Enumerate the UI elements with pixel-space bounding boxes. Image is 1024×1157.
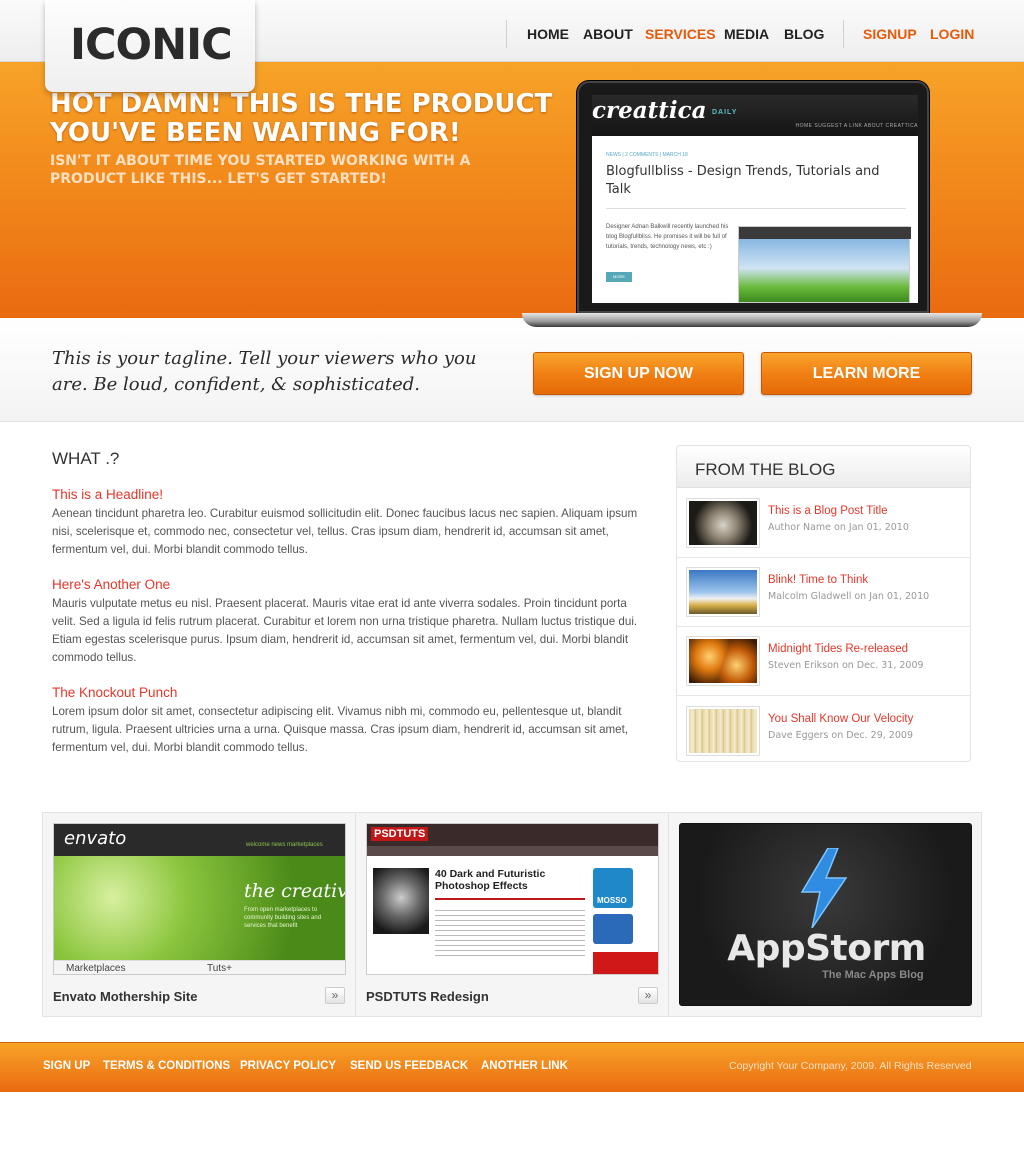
blog-panel-header: FROM THE BLOG xyxy=(677,446,970,488)
screen-logo: creattica xyxy=(592,97,707,124)
blog-post-title[interactable]: You Shall Know Our Velocity xyxy=(768,713,913,725)
portfolio-item[interactable]: PSDTUTS 40 Dark and Futuristic Photoshop… xyxy=(356,813,669,1016)
screen-divider xyxy=(606,208,906,209)
blog-post-meta: Malcolm Gladwell on Jan 01, 2010 xyxy=(768,591,930,602)
screen-post-meta: NEWS | 2 COMMENTS | MARCH 18 xyxy=(606,152,688,158)
laptop-base xyxy=(522,313,982,327)
article-headline[interactable]: Here's Another One xyxy=(52,577,170,592)
psdtuts-logo: PSDTUTS xyxy=(371,827,429,841)
nav-login[interactable]: LOGIN xyxy=(930,26,974,42)
nav-divider xyxy=(843,20,844,48)
article-body: Aenean tincidunt pharetra leo. Curabitur… xyxy=(52,507,638,556)
blog-thumbnail[interactable] xyxy=(686,567,760,617)
blog-panel-title: FROM THE BLOG xyxy=(695,460,836,479)
article-headline[interactable]: This is a Headline! xyxy=(52,487,163,502)
chevron-right-icon[interactable]: » xyxy=(638,987,658,1004)
screen-header: creattica DAILY HOME SUGGEST A LINK ABOU… xyxy=(592,95,918,136)
nav-about[interactable]: ABOUT xyxy=(583,26,633,42)
blog-post-title[interactable]: Midnight Tides Re-released xyxy=(768,643,908,655)
laptop-mockup: creattica DAILY HOME SUGGEST A LINK ABOU… xyxy=(577,81,929,313)
footer-link-privacy[interactable]: PRIVACY POLICY xyxy=(240,1060,336,1072)
blog-post-meta: Steven Erikson on Dec. 31, 2009 xyxy=(768,660,924,671)
blog-post-title[interactable]: Blink! Time to Think xyxy=(768,574,868,586)
nav-home[interactable]: HOME xyxy=(527,26,569,42)
article-headline[interactable]: The Knockout Punch xyxy=(52,685,177,700)
blog-thumbnail[interactable] xyxy=(686,636,760,686)
envato-blurb: From open marketplaces to community buil… xyxy=(244,907,322,929)
screen-post-image xyxy=(738,226,911,303)
learn-more-button[interactable]: LEARN MORE xyxy=(761,352,972,395)
lightning-icon xyxy=(800,848,848,928)
portfolio-label[interactable]: Envato Mothership Site xyxy=(53,989,197,1004)
footer-link-feedback[interactable]: SEND US FEEDBACK xyxy=(350,1060,468,1072)
article-body: Lorem ipsum dolor sit amet, consectetur … xyxy=(52,705,629,754)
appstorm-title: AppStorm xyxy=(727,928,926,969)
nav-blog[interactable]: BLOG xyxy=(784,26,824,42)
logo-tab[interactable]: ICONIC xyxy=(45,0,255,92)
screen-post-excerpt: Designer Adnan Balkwill recently launche… xyxy=(606,224,729,250)
envato-logo: envato xyxy=(64,828,127,849)
portfolio-label[interactable]: PSDTUTS Redesign xyxy=(366,989,489,1004)
footer-link-signup[interactable]: SIGN UP xyxy=(43,1060,90,1072)
sign-up-now-button[interactable]: SIGN UP NOW xyxy=(533,352,744,395)
portfolio-screenshot-appstorm[interactable]: AppStorm The Mac Apps Blog xyxy=(679,823,972,1006)
screen-more-button: MORE xyxy=(606,272,632,282)
portfolio-item[interactable]: envato welcome news marketplaces the cre… xyxy=(43,813,356,1016)
tagline-text: This is your tagline. Tell your viewers … xyxy=(52,348,477,395)
psdtuts-headline: 40 Dark and Futuristic Photoshop Effects xyxy=(435,868,546,892)
portfolio-screenshot-psdtuts[interactable]: PSDTUTS 40 Dark and Futuristic Photoshop… xyxy=(366,823,659,975)
section-title-what: WHAT .? xyxy=(52,449,120,468)
chevron-right-icon[interactable]: » xyxy=(325,987,345,1004)
hero-subline: ISN'T IT ABOUT TIME YOU STARTED WORKING … xyxy=(50,153,471,187)
nav-signup[interactable]: SIGNUP xyxy=(863,26,917,42)
envato-tagline: the creative xyxy=(244,880,345,902)
appstorm-subtitle: The Mac Apps Blog xyxy=(822,969,924,981)
nav-media[interactable]: MEDIA xyxy=(724,26,769,42)
screen-post-title: Blogfullbliss - Design Trends, Tutorials… xyxy=(606,164,880,197)
blog-post-item[interactable]: Blink! Time to Think Malcolm Gladwell on… xyxy=(677,557,970,627)
envato-tab-marketplaces: Marketplaces xyxy=(66,963,126,974)
footer-copyright: Copyright Your Company, 2009. All Rights… xyxy=(729,1060,972,1072)
psdtuts-badge: MOSSO xyxy=(597,896,627,905)
screen-daily-label: DAILY xyxy=(712,109,738,116)
blog-post-item[interactable]: This is a Blog Post Title Author Name on… xyxy=(677,488,970,558)
hero-headline: HOT DAMN! THIS IS THE PRODUCT YOU'VE BEE… xyxy=(50,89,553,148)
blog-post-title[interactable]: This is a Blog Post Title xyxy=(768,505,888,517)
footer-link-terms[interactable]: TERMS & CONDITIONS xyxy=(103,1060,230,1072)
envato-nav: welcome news marketplaces xyxy=(246,842,323,848)
portfolio-item[interactable]: AppStorm The Mac Apps Blog xyxy=(669,813,982,1016)
portfolio-screenshot-envato[interactable]: envato welcome news marketplaces the cre… xyxy=(53,823,346,975)
blog-thumbnail[interactable] xyxy=(686,706,760,756)
blog-post-meta: Author Name on Jan 01, 2010 xyxy=(768,522,909,533)
blog-thumbnail[interactable] xyxy=(686,498,760,548)
portfolio-strip: envato welcome news marketplaces the cre… xyxy=(42,812,982,1017)
blog-panel: FROM THE BLOG This is a Blog Post Title … xyxy=(676,445,971,762)
nav-services[interactable]: SERVICES xyxy=(645,26,716,42)
laptop-screen: creattica DAILY HOME SUGGEST A LINK ABOU… xyxy=(592,95,918,303)
blog-post-item[interactable]: You Shall Know Our Velocity Dave Eggers … xyxy=(677,696,970,766)
blog-post-item[interactable]: Midnight Tides Re-released Steven Erikso… xyxy=(677,626,970,696)
blog-post-meta: Dave Eggers on Dec. 29, 2009 xyxy=(768,730,913,741)
article-body: Mauris vulputate metus eu nisl. Praesent… xyxy=(52,597,638,664)
nav-divider xyxy=(506,20,507,48)
footer-link-another[interactable]: ANOTHER LINK xyxy=(481,1060,568,1072)
site-logo[interactable]: ICONIC xyxy=(70,20,233,70)
envato-tab-tuts: Tuts+ xyxy=(207,963,232,974)
screen-nav: HOME SUGGEST A LINK ABOUT CREATTICA xyxy=(795,123,918,129)
